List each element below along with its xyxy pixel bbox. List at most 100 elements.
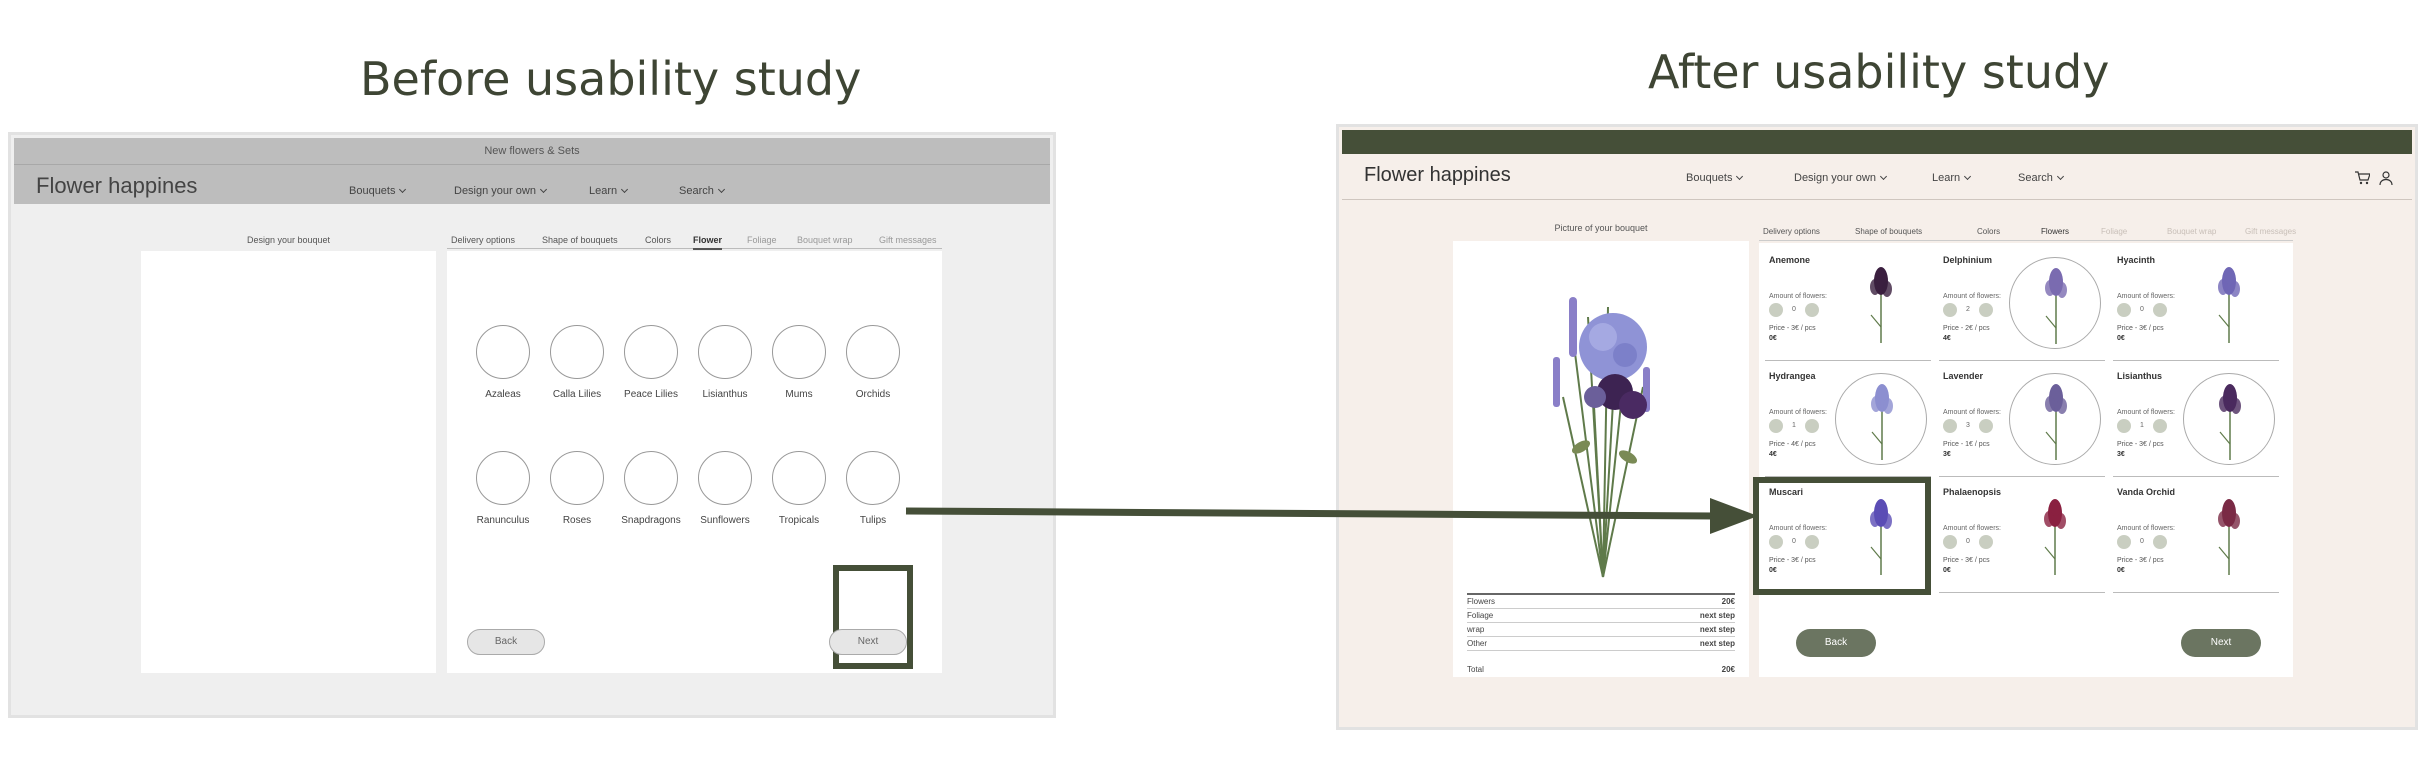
increase-button[interactable] — [2153, 535, 2167, 549]
nav-search[interactable]: Search — [679, 185, 725, 197]
nav-bouquets[interactable]: Bouquets — [1686, 172, 1744, 184]
decrease-button[interactable] — [2117, 303, 2131, 317]
flower-card[interactable]: Phalaenopsis Amount of flowers: 0 Price - 3… — [1939, 487, 2105, 593]
subtotal-value: 0€ — [1769, 335, 1777, 342]
decrease-button[interactable] — [2117, 535, 2131, 549]
flower-option[interactable]: Roses — [547, 451, 607, 526]
site-logo[interactable]: Flower happines — [36, 173, 197, 199]
flower-card[interactable]: Hyacinth Amount of flowers: 0 Price - 3€ / … — [2113, 255, 2279, 361]
decrease-button[interactable] — [1943, 303, 1957, 317]
flower-name: Hyacinth — [2117, 255, 2156, 265]
cart-icon[interactable] — [2354, 170, 2370, 186]
flower-option[interactable]: Snapdragons — [621, 451, 681, 526]
chevron-down-icon — [2056, 172, 2064, 181]
quantity-value: 0 — [1966, 538, 1970, 545]
flower-card[interactable]: Hydrangea Amount of flowers: 1 Price - 4€ /… — [1765, 371, 1931, 477]
chevron-down-icon — [399, 185, 407, 194]
flower-name: Lavender — [1943, 371, 1984, 381]
increase-button[interactable] — [1979, 303, 1993, 317]
user-icon[interactable] — [2378, 170, 2394, 186]
flower-option[interactable]: Lisianthus — [695, 325, 755, 400]
nav-design-your-own[interactable]: Design your own — [454, 185, 547, 197]
step-tabs: Delivery options Shape of bouquets Color… — [447, 231, 942, 250]
flower-label: Ranunculus — [476, 515, 530, 526]
flower-option[interactable]: Calla Lilies — [547, 325, 607, 400]
flower-option[interactable]: Tropicals — [769, 451, 829, 526]
summary-row: Foliage next step — [1467, 609, 1735, 623]
tab-delivery-options[interactable]: Delivery options — [1763, 227, 1820, 236]
tab-gift-messages[interactable]: Gift messages — [2245, 227, 2296, 236]
flower-card[interactable]: Lisianthus Amount of flowers: 1 Price - 3€ … — [2113, 371, 2279, 477]
nav-search[interactable]: Search — [2018, 172, 2064, 184]
back-button[interactable]: Back — [1796, 629, 1876, 657]
increase-button[interactable] — [1979, 535, 1993, 549]
tab-gift-messages[interactable]: Gift messages — [879, 235, 937, 245]
flower-option[interactable]: Peace Lilies — [621, 325, 681, 400]
nav-label: Learn — [1932, 172, 1961, 184]
summary-row: wrap next step — [1467, 623, 1735, 637]
back-button[interactable]: Back — [467, 629, 545, 655]
flower-card[interactable]: Delphinium Amount of flowers: 2 Price - 2€ … — [1939, 255, 2105, 361]
decrease-button[interactable] — [1943, 419, 1957, 433]
tab-bouquet-wrap[interactable]: Bouquet wrap — [797, 235, 853, 245]
promo-banner[interactable]: New flowers & Sets — [14, 138, 1050, 164]
decrease-button[interactable] — [2117, 419, 2131, 433]
bouquet-preview-placeholder — [141, 251, 436, 673]
flower-image — [2009, 257, 2101, 349]
flower-card[interactable]: Anemone Amount of flowers: 0 Price - 3€ / p… — [1765, 255, 1931, 361]
tab-flower[interactable]: Flower — [693, 235, 723, 250]
nav-label: Design your own — [1794, 172, 1876, 184]
decrease-button[interactable] — [1769, 419, 1783, 433]
increase-button[interactable] — [1805, 303, 1819, 317]
tab-delivery-options[interactable]: Delivery options — [451, 235, 515, 245]
flower-option[interactable]: Sunflowers — [695, 451, 755, 526]
site-logo[interactable]: Flower happines — [1364, 164, 1511, 187]
tab-shape-of-bouquets[interactable]: Shape of bouquets — [542, 235, 618, 245]
site-header: Flower happines Bouquets Design your own… — [1342, 154, 2412, 200]
nav-design-your-own[interactable]: Design your own — [1794, 172, 1887, 184]
tab-foliage[interactable]: Foliage — [2101, 227, 2127, 236]
tab-shape-of-bouquets[interactable]: Shape of bouquets — [1855, 227, 1922, 236]
flower-image — [2009, 373, 2101, 465]
flower-image — [2183, 257, 2275, 349]
decrease-button[interactable] — [1943, 535, 1957, 549]
price-label: Price - 1€ / pcs — [1943, 441, 1990, 448]
nav-learn[interactable]: Learn — [1932, 172, 1972, 184]
next-button[interactable]: Next — [2181, 629, 2261, 657]
bouquet-preview: Flowers 20€ Foliage next step wrap next ste… — [1453, 241, 1749, 677]
flower-card[interactable]: Lavender Amount of flowers: 3 Price - 1€ / … — [1939, 371, 2105, 477]
flower-option[interactable]: Tulips — [843, 451, 903, 526]
flower-image-placeholder — [846, 451, 900, 505]
quantity-stepper: 2 — [1943, 303, 1993, 317]
quantity-value: 0 — [1792, 306, 1796, 313]
nav-bouquets[interactable]: Bouquets — [349, 185, 407, 197]
flower-image-placeholder — [772, 325, 826, 379]
next-button[interactable]: Next — [829, 629, 907, 655]
total-label: Total — [1467, 665, 1484, 674]
tab-bouquet-wrap[interactable]: Bouquet wrap — [2167, 227, 2216, 236]
decrease-button[interactable] — [1769, 303, 1783, 317]
increase-button[interactable] — [1979, 419, 1993, 433]
quantity-stepper: 0 — [1943, 535, 1993, 549]
tab-foliage[interactable]: Foliage — [747, 235, 777, 245]
flower-option[interactable]: Azaleas — [473, 325, 533, 400]
chevron-down-icon — [539, 185, 547, 194]
tab-colors[interactable]: Colors — [1977, 227, 2000, 236]
amount-label: Amount of flowers: — [1943, 525, 2001, 532]
nav-learn[interactable]: Learn — [589, 185, 629, 197]
tab-colors[interactable]: Colors — [645, 235, 671, 245]
tab-flowers[interactable]: Flowers — [2041, 227, 2069, 236]
flower-option[interactable]: Orchids — [843, 325, 903, 400]
increase-button[interactable] — [2153, 419, 2167, 433]
flower-option[interactable]: Mums — [769, 325, 829, 400]
flower-image-placeholder — [476, 451, 530, 505]
quantity-value: 0 — [2140, 538, 2144, 545]
after-caption: After usability study — [1648, 45, 2110, 99]
flower-option[interactable]: Ranunculus — [473, 451, 533, 526]
flower-card[interactable]: Vanda Orchid Amount of flowers: 0 Price - 3… — [2113, 487, 2279, 593]
summary-label: Foliage — [1467, 611, 1494, 620]
increase-button[interactable] — [1805, 419, 1819, 433]
quantity-value: 2 — [1966, 306, 1970, 313]
increase-button[interactable] — [2153, 303, 2167, 317]
flower-label: Roses — [562, 515, 592, 526]
